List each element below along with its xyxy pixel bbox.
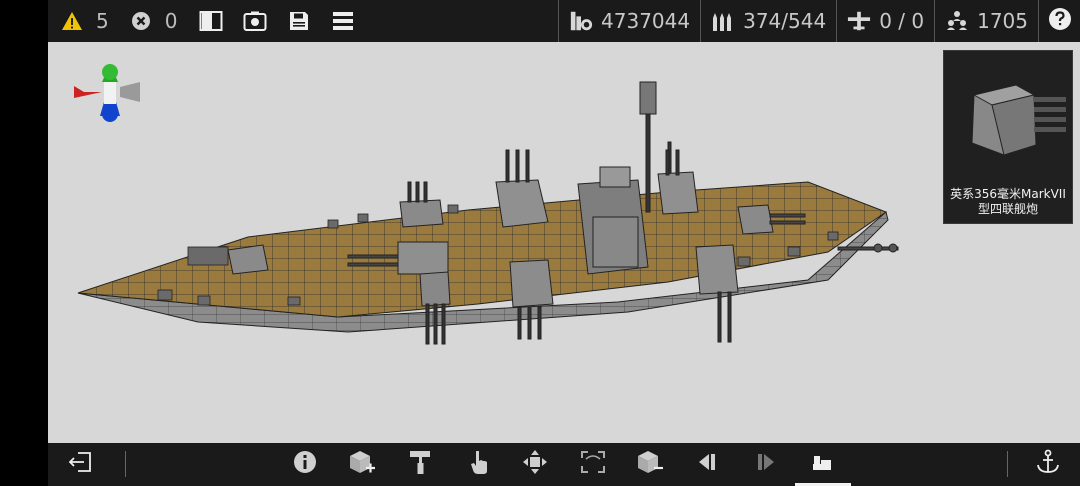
exit-icon [68, 451, 94, 477]
ship-model[interactable] [48, 42, 1080, 443]
split-view-icon [199, 9, 223, 33]
warnings-indicator[interactable]: 5 [54, 0, 115, 42]
crew-icon [945, 9, 969, 33]
anchor-icon [1035, 449, 1061, 479]
ship-view-icon [811, 450, 835, 478]
errors-indicator[interactable]: 0 [123, 0, 184, 42]
exit-button[interactable] [66, 449, 96, 479]
bottom-toolbar [48, 443, 1080, 486]
part-preview-panel[interactable]: 英系356毫米MarkVII 型四联舰炮 [943, 50, 1073, 224]
hand-icon [469, 449, 491, 479]
menu-button[interactable] [325, 0, 361, 42]
part-name-line1: 英系356毫米MarkVII [950, 187, 1066, 201]
save-icon [287, 9, 311, 33]
crew-value: 1705 [977, 9, 1028, 33]
top-toolbar: 5 0 4737044 374/544 0 / 0 1705 [48, 0, 1080, 42]
screenshot-button[interactable] [237, 0, 273, 42]
errors-count: 0 [164, 9, 178, 33]
cost-value: 4737044 [601, 9, 691, 33]
save-button[interactable] [281, 0, 317, 42]
undo-button[interactable] [693, 449, 723, 479]
ammo-stat: 374/544 [700, 0, 836, 42]
paint-button[interactable] [405, 449, 435, 479]
help-icon [1048, 7, 1072, 35]
ship-3d-viewport[interactable]: 英系356毫米MarkVII 型四联舰炮 [48, 42, 1080, 443]
crew-stat: 1705 [934, 0, 1038, 42]
aircraft-stat: 0 / 0 [836, 0, 934, 42]
coins-icon [569, 9, 593, 33]
ammo-icon [711, 9, 735, 33]
add-part-button[interactable] [347, 449, 377, 479]
redo-icon [754, 451, 776, 477]
help-button[interactable] [1038, 0, 1080, 42]
redo-button[interactable] [750, 449, 780, 479]
warnings-count: 5 [96, 9, 109, 33]
add-part-icon [348, 449, 376, 479]
ship-view-button[interactable] [808, 449, 838, 479]
rotate-button[interactable] [578, 449, 608, 479]
turret-aft-1 [227, 244, 269, 275]
select-button[interactable] [465, 449, 495, 479]
camera-icon [243, 9, 267, 33]
ammo-value: 374/544 [743, 9, 827, 33]
aircraft-value: 0 / 0 [879, 9, 925, 33]
toolbar-divider [1007, 451, 1008, 477]
remove-part-button[interactable] [635, 449, 665, 479]
toolbar-divider [125, 451, 126, 477]
warning-icon [60, 9, 84, 33]
move-icon [522, 449, 548, 479]
error-icon [129, 9, 153, 33]
app-window: 5 0 4737044 374/544 0 / 0 1705 英系356毫米Ma… [48, 0, 1080, 486]
turret-preview-image [971, 84, 1066, 156]
anchor-button[interactable] [1033, 449, 1063, 479]
move-button[interactable] [520, 449, 550, 479]
orientation-gizmo [74, 64, 140, 122]
part-name: 英系356毫米MarkVII 型四联舰炮 [944, 187, 1072, 217]
remove-part-icon [636, 449, 664, 479]
rotate-icon [580, 450, 606, 478]
info-button[interactable] [290, 449, 320, 479]
undo-icon [697, 451, 719, 477]
part-name-line2: 型四联舰炮 [977, 202, 1038, 216]
split-view-button[interactable] [193, 0, 229, 42]
menu-icon [331, 9, 355, 33]
paint-roller-icon [408, 449, 432, 479]
info-icon [293, 450, 317, 478]
cost-stat: 4737044 [558, 0, 700, 42]
turret-aft-2 [419, 271, 451, 307]
airplane-icon [847, 9, 871, 33]
